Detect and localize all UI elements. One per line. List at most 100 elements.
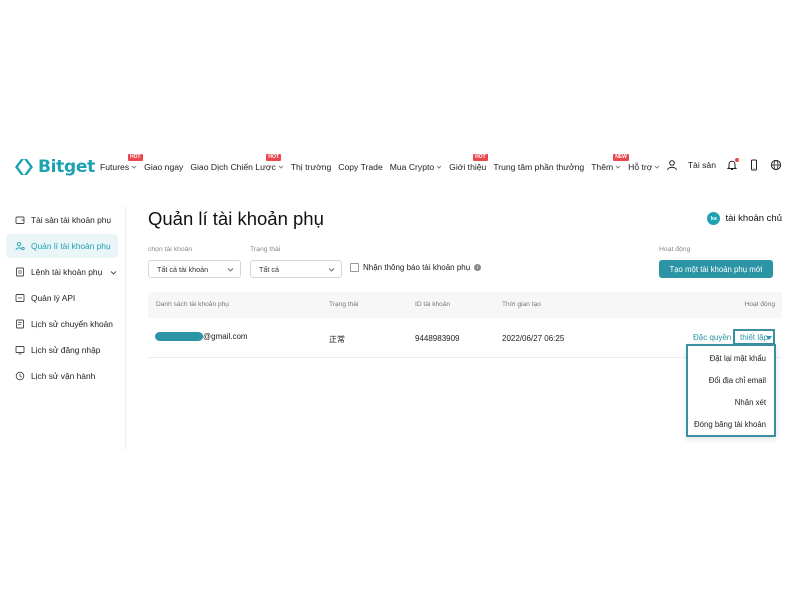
sidebar-item-operation-history[interactable]: Lịch sử vận hành (6, 364, 118, 388)
settings-menu: Đặt lại mật khẩu Đổi địa chỉ email Nhận … (686, 344, 776, 437)
create-subaccount-button[interactable]: Tạo một tài khoản phụ mới (659, 260, 773, 278)
status-select[interactable]: Tất cả (250, 260, 342, 278)
menu-item-freeze-account[interactable]: Đóng băng tài khoản (694, 420, 766, 429)
account-select-value: Tất cả tài khoản (157, 264, 209, 274)
subaccount-email: @gmail.com (155, 332, 248, 342)
nav-label: Copy Trade (338, 162, 383, 172)
avatar: ke (707, 212, 721, 225)
chevron-down-icon (436, 165, 442, 169)
sidebar-item-login-history[interactable]: Lịch sử đăng nhập (6, 338, 118, 362)
sidebar-item-label: Lịch sử vận hành (31, 371, 96, 381)
logo-text: Bitget (38, 157, 95, 177)
sidebar-item-subaccount-orders[interactable]: Lệnh tài khoản phụ (6, 260, 118, 284)
order-icon (16, 267, 24, 277)
column-header: Hoạt động (744, 301, 775, 308)
assets-link[interactable]: Tài sản (688, 160, 716, 170)
nav-label: Mua Crypto (389, 162, 435, 172)
column-header: Trạng thái (329, 301, 359, 308)
main-account-label: tài khoản chủ (725, 213, 782, 224)
chevron-down-icon (227, 268, 234, 272)
wallet-icon (15, 216, 25, 224)
bell-icon[interactable] (726, 158, 739, 171)
nav-strategy-trading[interactable]: Giao Dịch Chiến Lược HOT (190, 154, 284, 172)
nav-label: Giao Dịch Chiến Lược (190, 162, 276, 172)
table-header: Danh sách tài khoản phụ Trạng thái ID tà… (148, 292, 782, 318)
users-icon (15, 242, 25, 251)
top-nav-bar: Bitget Futures HOT Giao ngay Giao Dịch C… (0, 150, 800, 188)
notify-checkbox[interactable] (350, 263, 359, 272)
email-suffix: @gmail.com (203, 332, 248, 341)
sidebar-item-subaccount-assets[interactable]: Tài sản tài khoản phụ (6, 208, 118, 232)
sidebar-item-label: Quản lí tài khoản phụ (31, 241, 111, 251)
actions-label: Hoạt động (659, 246, 691, 253)
notify-label: Nhận thông báo tài khoản phụ (363, 263, 471, 272)
user-icon[interactable] (666, 159, 678, 171)
chevron-down-icon (131, 165, 137, 169)
column-header: ID tài khoản (415, 301, 451, 308)
account-select[interactable]: Tất cả tài khoản (148, 260, 241, 278)
nav-label: Giao ngay (144, 162, 184, 172)
sidebar-item-label: Quản lý API (31, 293, 76, 303)
sidebar-item-label: Tài sản tài khoản phụ (31, 215, 112, 225)
hot-badge: HOT (473, 154, 488, 161)
nav-referral[interactable]: Giới thiệu HOT (449, 154, 488, 172)
nav-buy-crypto[interactable]: Mua Crypto (390, 162, 442, 172)
created-time-cell: 2022/06/27 06:25 (502, 334, 565, 343)
status-select-value: Tất cả (259, 264, 279, 274)
globe-icon[interactable] (770, 159, 782, 171)
privilege-link[interactable]: Đặc quyền (693, 333, 731, 342)
chevron-down-icon (655, 165, 660, 169)
status-filter-label: Trạng thái (250, 246, 281, 253)
column-header: Danh sách tài khoản phụ (156, 301, 229, 308)
menu-item-reset-password[interactable]: Đặt lại mật khẩu (710, 354, 766, 363)
sidebar-item-subaccount-management[interactable]: Quản lí tài khoản phụ (6, 234, 118, 258)
nav-label: Hỗ trợ (628, 162, 653, 172)
settings-label: thiết lập (740, 332, 769, 342)
account-id-cell: 9448983909 (415, 334, 460, 343)
chevron-down-icon (278, 165, 284, 169)
nav-label: Giới thiệu (449, 162, 487, 172)
sidebar-item-label: Lịch sử đăng nhập (31, 345, 101, 355)
notify-option: Nhận thông báo tài khoản phụ i (350, 263, 482, 272)
api-icon (15, 294, 25, 302)
bitget-logo-icon (15, 159, 33, 175)
hot-badge: HOT (128, 154, 143, 161)
new-badge: NEW (613, 154, 629, 161)
nav-support[interactable]: Hỗ trợ (628, 162, 660, 172)
main-account-link[interactable]: ke tài khoản chủ (707, 212, 782, 225)
chevron-down-icon (615, 165, 621, 169)
main-nav: Futures HOT Giao ngay Giao Dịch Chiến Lư… (100, 154, 667, 172)
nav-futures[interactable]: Futures HOT (100, 154, 143, 172)
menu-item-change-email[interactable]: Đổi địa chỉ email (709, 376, 766, 385)
nav-copy-trade[interactable]: Copy Trade (338, 162, 382, 172)
header-right: Tài sản (666, 158, 782, 171)
column-header: Thời gian tạo (502, 301, 541, 308)
nav-more[interactable]: Thêm NEW (591, 154, 629, 172)
sidebar-item-transfer-history[interactable]: Lịch sử chuyển khoản (6, 312, 118, 336)
menu-item-remark[interactable]: Nhận xét (735, 398, 766, 407)
redacted-email-mask (155, 332, 203, 342)
nav-label: Futures (100, 162, 130, 172)
account-filter-label: chọn tài khoản (148, 246, 193, 253)
transfer-icon (16, 319, 24, 329)
sidebar-item-api-management[interactable]: Quản lý API (6, 286, 118, 310)
hot-badge: HOT (266, 154, 281, 161)
settings-dropdown-button[interactable]: thiết lập (733, 329, 775, 345)
status-cell: 正常 (329, 335, 345, 344)
info-icon[interactable]: i (474, 264, 482, 271)
nav-rewards-center[interactable]: Trung tâm phần thưởng (493, 162, 584, 172)
sidebar-item-label: Lệnh tài khoản phụ (31, 267, 103, 277)
history-icon (15, 371, 25, 381)
chevron-down-icon (328, 268, 335, 272)
chevron-down-icon[interactable] (110, 269, 117, 276)
page-title: Quản lí tài khoản phụ (148, 208, 324, 229)
bitget-logo[interactable]: Bitget (14, 157, 95, 177)
phone-icon[interactable] (748, 159, 760, 171)
nav-label: Trung tâm phần thưởng (493, 162, 585, 172)
nav-label: Thêm (591, 162, 614, 172)
nav-label: Thị trường (290, 162, 332, 172)
sidebar: Tài sản tài khoản phụ Quản lí tài khoản … (0, 206, 126, 450)
nav-markets[interactable]: Thị trường (291, 162, 332, 172)
caret-down-icon (766, 336, 772, 340)
nav-spot[interactable]: Giao ngay (144, 162, 183, 172)
